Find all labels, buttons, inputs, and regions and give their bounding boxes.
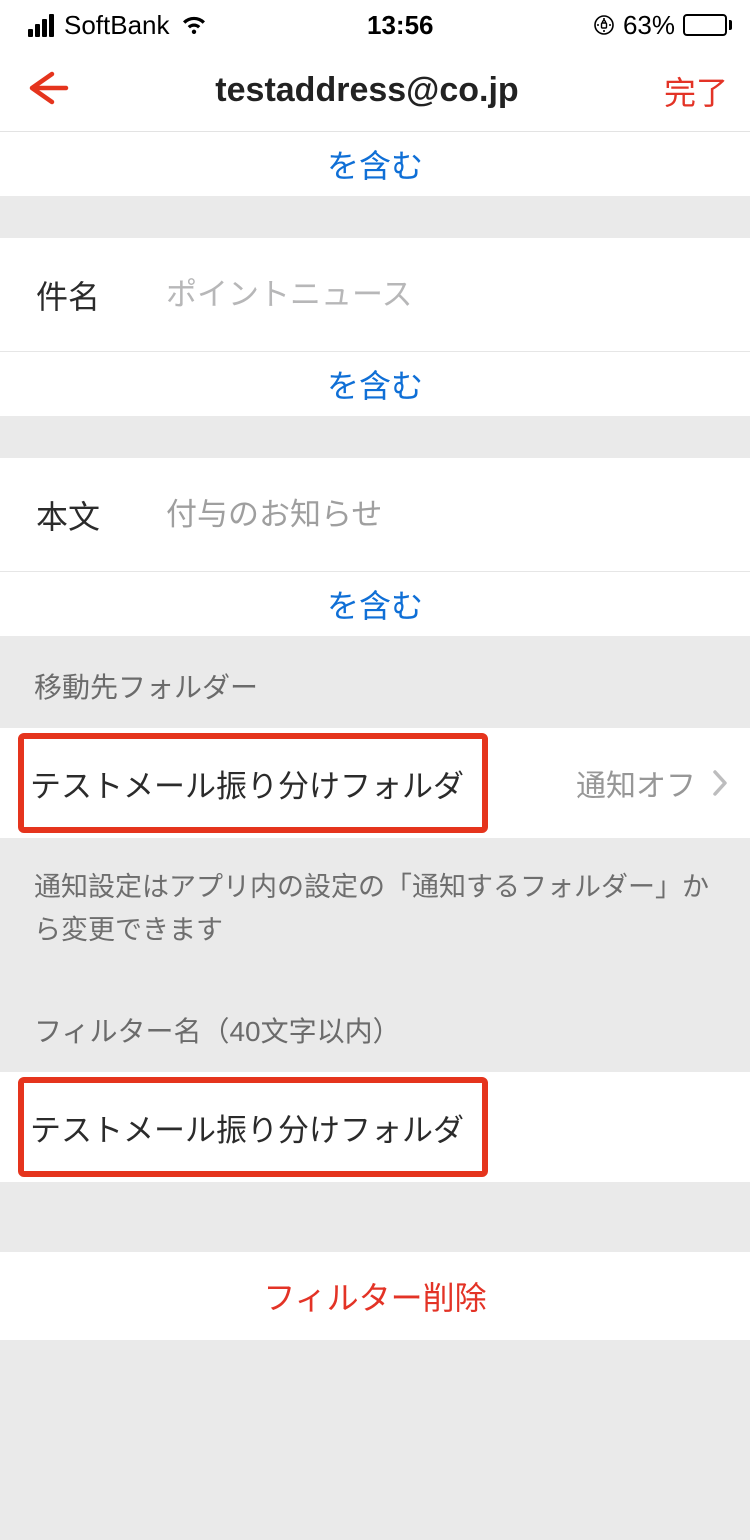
separator	[0, 1182, 750, 1252]
status-time: 13:56	[367, 10, 434, 41]
back-button[interactable]	[22, 68, 70, 113]
contains-option: を含む	[327, 361, 423, 407]
subject-label: 件名	[36, 272, 166, 318]
notify-status: 通知オフ	[576, 761, 696, 805]
done-button[interactable]: 完了	[664, 68, 728, 114]
dest-folder-name: テストメール振り分けフォルダ	[30, 761, 464, 806]
bottom-fill	[0, 1340, 750, 1540]
nav-title: testaddress@co.jp	[215, 71, 518, 110]
subject-contains-row[interactable]: を含む	[0, 352, 750, 416]
separator	[0, 196, 750, 238]
nav-bar: testaddress@co.jp 完了	[0, 50, 750, 132]
subject-input[interactable]	[166, 277, 714, 313]
filter-name-header: フィルター名（40文字以内）	[0, 992, 750, 1072]
body-input[interactable]	[166, 497, 714, 533]
delete-filter-row[interactable]: フィルター削除	[0, 1252, 750, 1340]
body-contains-row[interactable]: を含む	[0, 572, 750, 636]
separator	[0, 416, 750, 458]
filter-name-input[interactable]	[30, 1109, 720, 1145]
battery-icon	[683, 14, 732, 36]
condition1-contains-row[interactable]: を含む	[0, 132, 750, 196]
subject-section: 件名 を含む	[0, 238, 750, 416]
dest-folder-row[interactable]: テストメール振り分けフォルダ 通知オフ	[0, 728, 750, 838]
status-bar: SoftBank 13:56 63%	[0, 0, 750, 50]
status-left: SoftBank	[28, 10, 208, 41]
body-label: 本文	[36, 492, 166, 538]
subject-row: 件名	[0, 238, 750, 352]
contains-option: を含む	[327, 581, 423, 627]
dest-folder-header: 移動先フォルダー	[0, 636, 750, 728]
chevron-right-icon	[712, 769, 728, 797]
carrier-label: SoftBank	[64, 10, 170, 41]
body-section: 本文 を含む	[0, 458, 750, 636]
cellular-signal-icon	[28, 14, 54, 37]
rotation-lock-icon	[593, 14, 615, 36]
status-right: 63%	[593, 10, 732, 41]
battery-percent: 63%	[623, 10, 675, 41]
wifi-icon	[180, 14, 208, 36]
contains-option: を含む	[327, 141, 423, 187]
filter-name-row	[0, 1072, 750, 1182]
arrow-left-icon	[22, 95, 70, 112]
body-row: 本文	[0, 458, 750, 572]
notice-text: 通知設定はアプリ内の設定の「通知するフォルダー」から変更できます	[0, 838, 750, 992]
delete-filter-label: フィルター削除	[263, 1273, 486, 1319]
